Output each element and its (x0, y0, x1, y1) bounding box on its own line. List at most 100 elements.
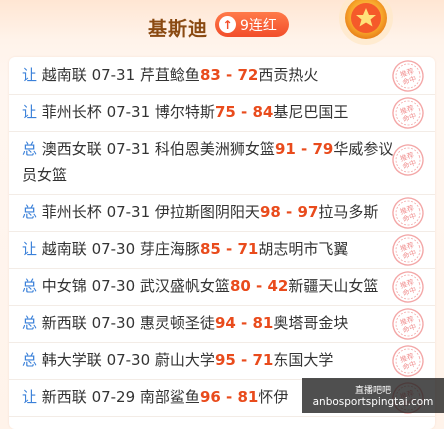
match-text: 总 韩大学联 07-30 蔚山大学95 - 71东国大学 (22, 347, 400, 373)
hit-stamp-icon: 推荐命中 (392, 197, 424, 229)
bet-type-tag: 让 (22, 240, 38, 258)
home-score: 98 (259, 203, 281, 221)
hit-stamp-icon: 推荐命中 (392, 234, 424, 266)
league-name: 新西联 (37, 314, 92, 332)
home-score: 75 (214, 103, 236, 121)
bet-type-tag: 总 (22, 203, 38, 221)
home-team: 惠灵顿圣徒 (139, 314, 215, 332)
match-row[interactable]: 总 菲州长杯 07-31 伊拉斯图阴阳天98 - 97拉马多斯 推荐 命中 (9, 194, 435, 232)
home-score: 83 (199, 66, 221, 84)
away-team: 西贡热火 (258, 66, 319, 84)
score-separator: - (250, 277, 268, 295)
home-score: 96 (199, 388, 221, 406)
score-separator: - (280, 203, 298, 221)
home-score: 94 (214, 314, 236, 332)
score-separator: - (235, 103, 253, 121)
star-medal-icon (339, 0, 393, 45)
match-text: 总 中女锦 07-30 武汉盛帆女篮80 - 42新疆天山女篮 (22, 273, 400, 299)
match-row[interactable]: 让 越南联 07-31 芹苴鲶鱼83 - 72西贡热火 推荐 命中 (9, 57, 435, 95)
match-date: 07-30 (91, 240, 140, 258)
away-score: 81 (252, 314, 274, 332)
score-separator: - (220, 66, 238, 84)
bet-type-tag: 让 (22, 388, 38, 406)
hit-stamp-icon: 推荐命中 (392, 345, 424, 377)
match-text: 总 菲州长杯 07-31 伊拉斯图阴阳天98 - 97拉马多斯 (22, 199, 400, 225)
watermark-title: 直播吧吧 (354, 386, 391, 396)
away-team: 怀伊 (258, 388, 289, 406)
match-date: 07-31 (106, 103, 155, 121)
hit-stamp-icon: 推荐命中 (392, 144, 424, 176)
match-text: 总 新西联 07-30 惠灵顿圣徒94 - 81奥塔哥金块 (22, 310, 400, 336)
match-date: 07-30 (91, 277, 140, 295)
bet-type-tag: 总 (22, 351, 38, 369)
expert-name[interactable]: 基斯迪 (148, 14, 208, 41)
match-row[interactable]: 总 澳西女联 07-31 科伯恩美洲狮女篮91 - 79华威参议员女篮 推荐 命中 (9, 131, 435, 195)
match-row[interactable]: 总 中女锦 07-30 武汉盛帆女篮80 - 42新疆天山女篮 推荐 命中 (9, 268, 435, 306)
home-score: 95 (214, 351, 236, 369)
away-team: 拉马多斯 (318, 203, 379, 221)
match-row[interactable]: 总 韩大学联 07-30 蔚山大学95 - 71东国大学 推荐 命中 (9, 342, 435, 380)
away-team: 胡志明市飞翼 (258, 240, 349, 258)
away-score: 72 (237, 66, 259, 84)
home-team: 芽庄海豚 (139, 240, 200, 258)
home-team: 南部鲨鱼 (139, 388, 200, 406)
home-team: 科伯恩美洲狮女篮 (154, 140, 275, 158)
hit-stamp-icon: 推荐命中 (392, 60, 424, 92)
match-date: 07-29 (91, 388, 140, 406)
league-name: 新西联 (37, 388, 92, 406)
streak-label: 9连红 (240, 17, 277, 34)
hit-stamp-icon: 推荐命中 (392, 271, 424, 303)
score-separator: - (220, 388, 238, 406)
league-name: 澳西女联 (37, 140, 107, 158)
match-date: 07-30 (106, 351, 155, 369)
match-date: 07-30 (91, 314, 140, 332)
bet-type-tag: 总 (22, 314, 38, 332)
away-team: 东国大学 (273, 351, 334, 369)
home-team: 武汉盛帆女篮 (139, 277, 230, 295)
match-date: 07-31 (91, 66, 140, 84)
score-separator: - (220, 240, 238, 258)
match-list: 让 越南联 07-31 芹苴鲶鱼83 - 72西贡热火 推荐 命中让 菲州长杯 07… (9, 57, 435, 429)
bet-type-tag: 让 (22, 103, 38, 121)
score-separator: - (235, 351, 253, 369)
home-team: 伊拉斯图阴阳天 (154, 203, 260, 221)
away-team: 新疆天山女篮 (288, 277, 379, 295)
match-row[interactable]: 让 菲州长杯 07-31 博尔特斯75 - 84基尼巴国王 推荐 命中 (9, 94, 435, 132)
league-name: 菲州长杯 (37, 203, 107, 221)
bet-type-tag: 总 (22, 140, 38, 158)
expert-header: 基斯迪 ↑ 9连红 (0, 0, 444, 52)
match-text: 总 澳西女联 07-31 科伯恩美洲狮女篮91 - 79华威参议员女篮 (22, 136, 400, 188)
score-separator: - (235, 314, 253, 332)
match-date: 07-31 (106, 140, 155, 158)
hit-stamp-icon: 推荐命中 (392, 308, 424, 340)
match-row[interactable]: 总 新西联 07-30 惠灵顿圣徒94 - 81奥塔哥金块 推荐 命中 (9, 305, 435, 343)
away-score: 71 (252, 351, 274, 369)
away-score: 42 (267, 277, 289, 295)
hit-stamp-icon: 推荐命中 (392, 97, 424, 129)
league-name: 菲州长杯 (37, 103, 107, 121)
away-team: 奥塔哥金块 (273, 314, 349, 332)
away-score: 79 (312, 140, 334, 158)
league-name: 越南联 (37, 66, 92, 84)
arrow-up-icon: ↑ (219, 16, 236, 33)
home-team: 芹苴鲶鱼 (139, 66, 200, 84)
home-score: 80 (229, 277, 251, 295)
home-team: 蔚山大学 (154, 351, 215, 369)
score-separator: - (295, 140, 313, 158)
away-score: 81 (237, 388, 259, 406)
bet-type-tag: 让 (22, 66, 38, 84)
league-name: 越南联 (37, 240, 92, 258)
match-row[interactable]: 让 越南联 07-30 芽庄海豚85 - 71胡志明市飞翼 推荐 命中 (9, 231, 435, 269)
away-score: 97 (297, 203, 319, 221)
home-score: 91 (274, 140, 296, 158)
watermark-url: anbosportspingtai.com (312, 396, 434, 408)
watermark: 直播吧吧 anbosportspingtai.com (302, 378, 444, 413)
away-score: 84 (252, 103, 274, 121)
home-score: 85 (199, 240, 221, 258)
match-text: 让 越南联 07-31 芹苴鲶鱼83 - 72西贡热火 (22, 62, 400, 88)
bet-type-tag: 总 (22, 277, 38, 295)
home-team: 博尔特斯 (154, 103, 215, 121)
streak-badge: ↑ 9连红 (215, 12, 289, 37)
away-team: 基尼巴国王 (273, 103, 349, 121)
match-text: 让 菲州长杯 07-31 博尔特斯75 - 84基尼巴国王 (22, 99, 400, 125)
